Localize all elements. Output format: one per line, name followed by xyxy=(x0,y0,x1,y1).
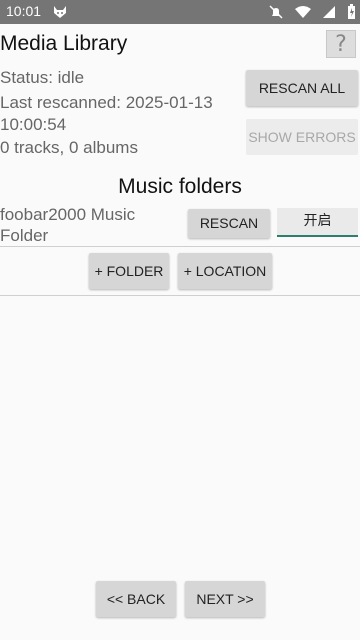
page-title: Media Library xyxy=(0,32,128,55)
signal-icon xyxy=(322,4,336,24)
app-icon xyxy=(52,4,68,20)
last-rescanned-time: 10:00:54 xyxy=(0,115,67,134)
rescan-all-button[interactable]: RESCAN ALL xyxy=(246,70,358,106)
counts-text: 0 tracks, 0 albums xyxy=(0,138,138,157)
folder-name: foobar2000 Music Folder xyxy=(0,205,136,245)
help-button[interactable]: ? xyxy=(326,30,356,58)
folder-enable-toggle[interactable]: 开启 xyxy=(277,208,358,237)
add-folder-button[interactable]: + FOLDER xyxy=(89,253,169,289)
last-rescanned-text: Last rescanned: 2025-01-13 xyxy=(0,93,213,112)
music-folders-heading: Music folders xyxy=(118,175,242,198)
divider xyxy=(0,246,360,247)
status-bar: 10:01 xyxy=(0,0,360,24)
do-not-disturb-icon xyxy=(268,4,284,24)
show-errors-button[interactable]: SHOW ERRORS xyxy=(246,119,358,155)
back-button[interactable]: << BACK xyxy=(96,581,176,617)
battery-icon xyxy=(347,4,356,24)
status-time: 10:01 xyxy=(6,3,42,19)
next-button[interactable]: NEXT >> xyxy=(185,581,265,617)
divider xyxy=(0,295,360,296)
status-text: Status: idle xyxy=(0,68,85,87)
rescan-folder-button[interactable]: RESCAN xyxy=(188,209,270,238)
add-location-button[interactable]: + LOCATION xyxy=(178,253,272,289)
wifi-icon xyxy=(294,4,311,24)
